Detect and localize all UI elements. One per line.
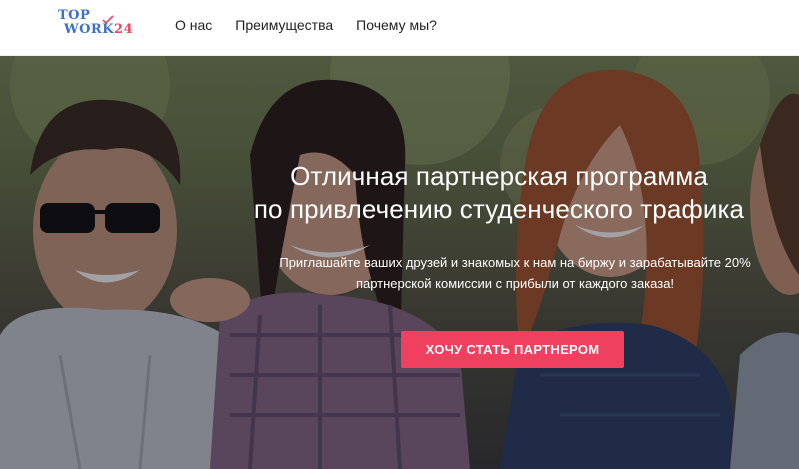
hero-title-line2: по привлечению студенческого трафика: [253, 194, 745, 224]
logo-work-text: WORK: [64, 22, 115, 37]
site-header: TOP WORK24 О нас Преимущества Почему мы?: [0, 0, 799, 56]
nav-item-why-us[interactable]: Почему мы?: [356, 17, 437, 33]
hero-title: Отличная партнерская программа по привле…: [200, 160, 798, 226]
nav-item-about[interactable]: О нас: [175, 17, 212, 33]
hero-subtitle: Приглашайте ваших друзей и знакомых к на…: [240, 252, 790, 294]
hero-title-line1: Отличная партнерская программа: [290, 161, 708, 191]
logo-number-text: 24: [114, 22, 134, 37]
hero-subtitle-line1: Приглашайте ваших друзей и знакомых к на…: [279, 255, 751, 270]
nav-item-advantages[interactable]: Преимущества: [235, 17, 333, 33]
logo[interactable]: TOP WORK24: [58, 8, 138, 46]
hero-subtitle-line2: партнерской комиссии с прибыли от каждог…: [355, 276, 675, 291]
logo-top-text: TOP: [58, 8, 91, 23]
main-nav: О нас Преимущества Почему мы?: [175, 17, 460, 33]
become-partner-button[interactable]: ХОЧУ СТАТЬ ПАРТНЕРОМ: [401, 331, 624, 368]
logo-bottom-text: WORK24: [64, 22, 133, 37]
hero-section: Отличная партнерская программа по привле…: [0, 55, 799, 469]
